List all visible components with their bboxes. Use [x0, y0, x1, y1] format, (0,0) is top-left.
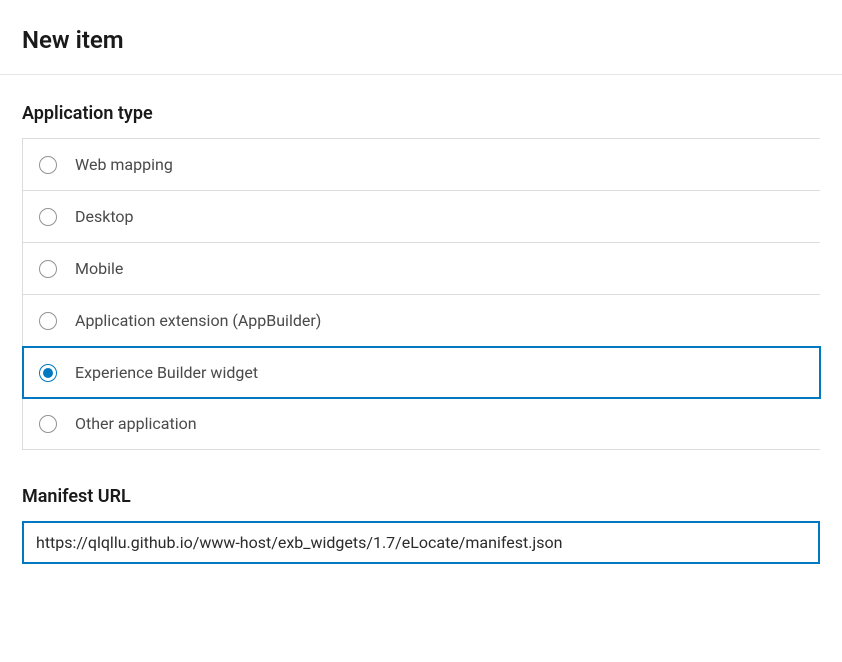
option-mobile[interactable]: Mobile [23, 243, 820, 295]
option-label: Other application [75, 414, 197, 433]
manifest-url-section: Manifest URL [0, 450, 842, 564]
radio-icon [39, 260, 57, 278]
application-type-section: Application type Web mapping Desktop Mob… [0, 75, 842, 450]
option-application-extension[interactable]: Application extension (AppBuilder) [23, 295, 820, 347]
radio-icon [39, 364, 57, 382]
option-other-application[interactable]: Other application [23, 398, 820, 449]
application-type-option-list: Web mapping Desktop Mobile Application e… [22, 138, 820, 450]
option-web-mapping[interactable]: Web mapping [23, 139, 820, 191]
option-label: Mobile [75, 259, 123, 278]
option-label: Application extension (AppBuilder) [75, 311, 321, 330]
option-experience-builder-widget[interactable]: Experience Builder widget [22, 346, 821, 399]
option-label: Desktop [75, 207, 134, 226]
manifest-url-title: Manifest URL [22, 486, 820, 507]
radio-icon [39, 415, 57, 433]
radio-icon [39, 208, 57, 226]
radio-icon [39, 312, 57, 330]
manifest-url-input-wrap [22, 521, 820, 564]
manifest-url-input[interactable] [24, 523, 818, 562]
application-type-title: Application type [22, 103, 820, 124]
option-desktop[interactable]: Desktop [23, 191, 820, 243]
option-label: Web mapping [75, 155, 173, 174]
page-title: New item [22, 26, 820, 54]
dialog-header: New item [0, 0, 842, 75]
radio-icon [39, 156, 57, 174]
option-label: Experience Builder widget [75, 363, 258, 382]
